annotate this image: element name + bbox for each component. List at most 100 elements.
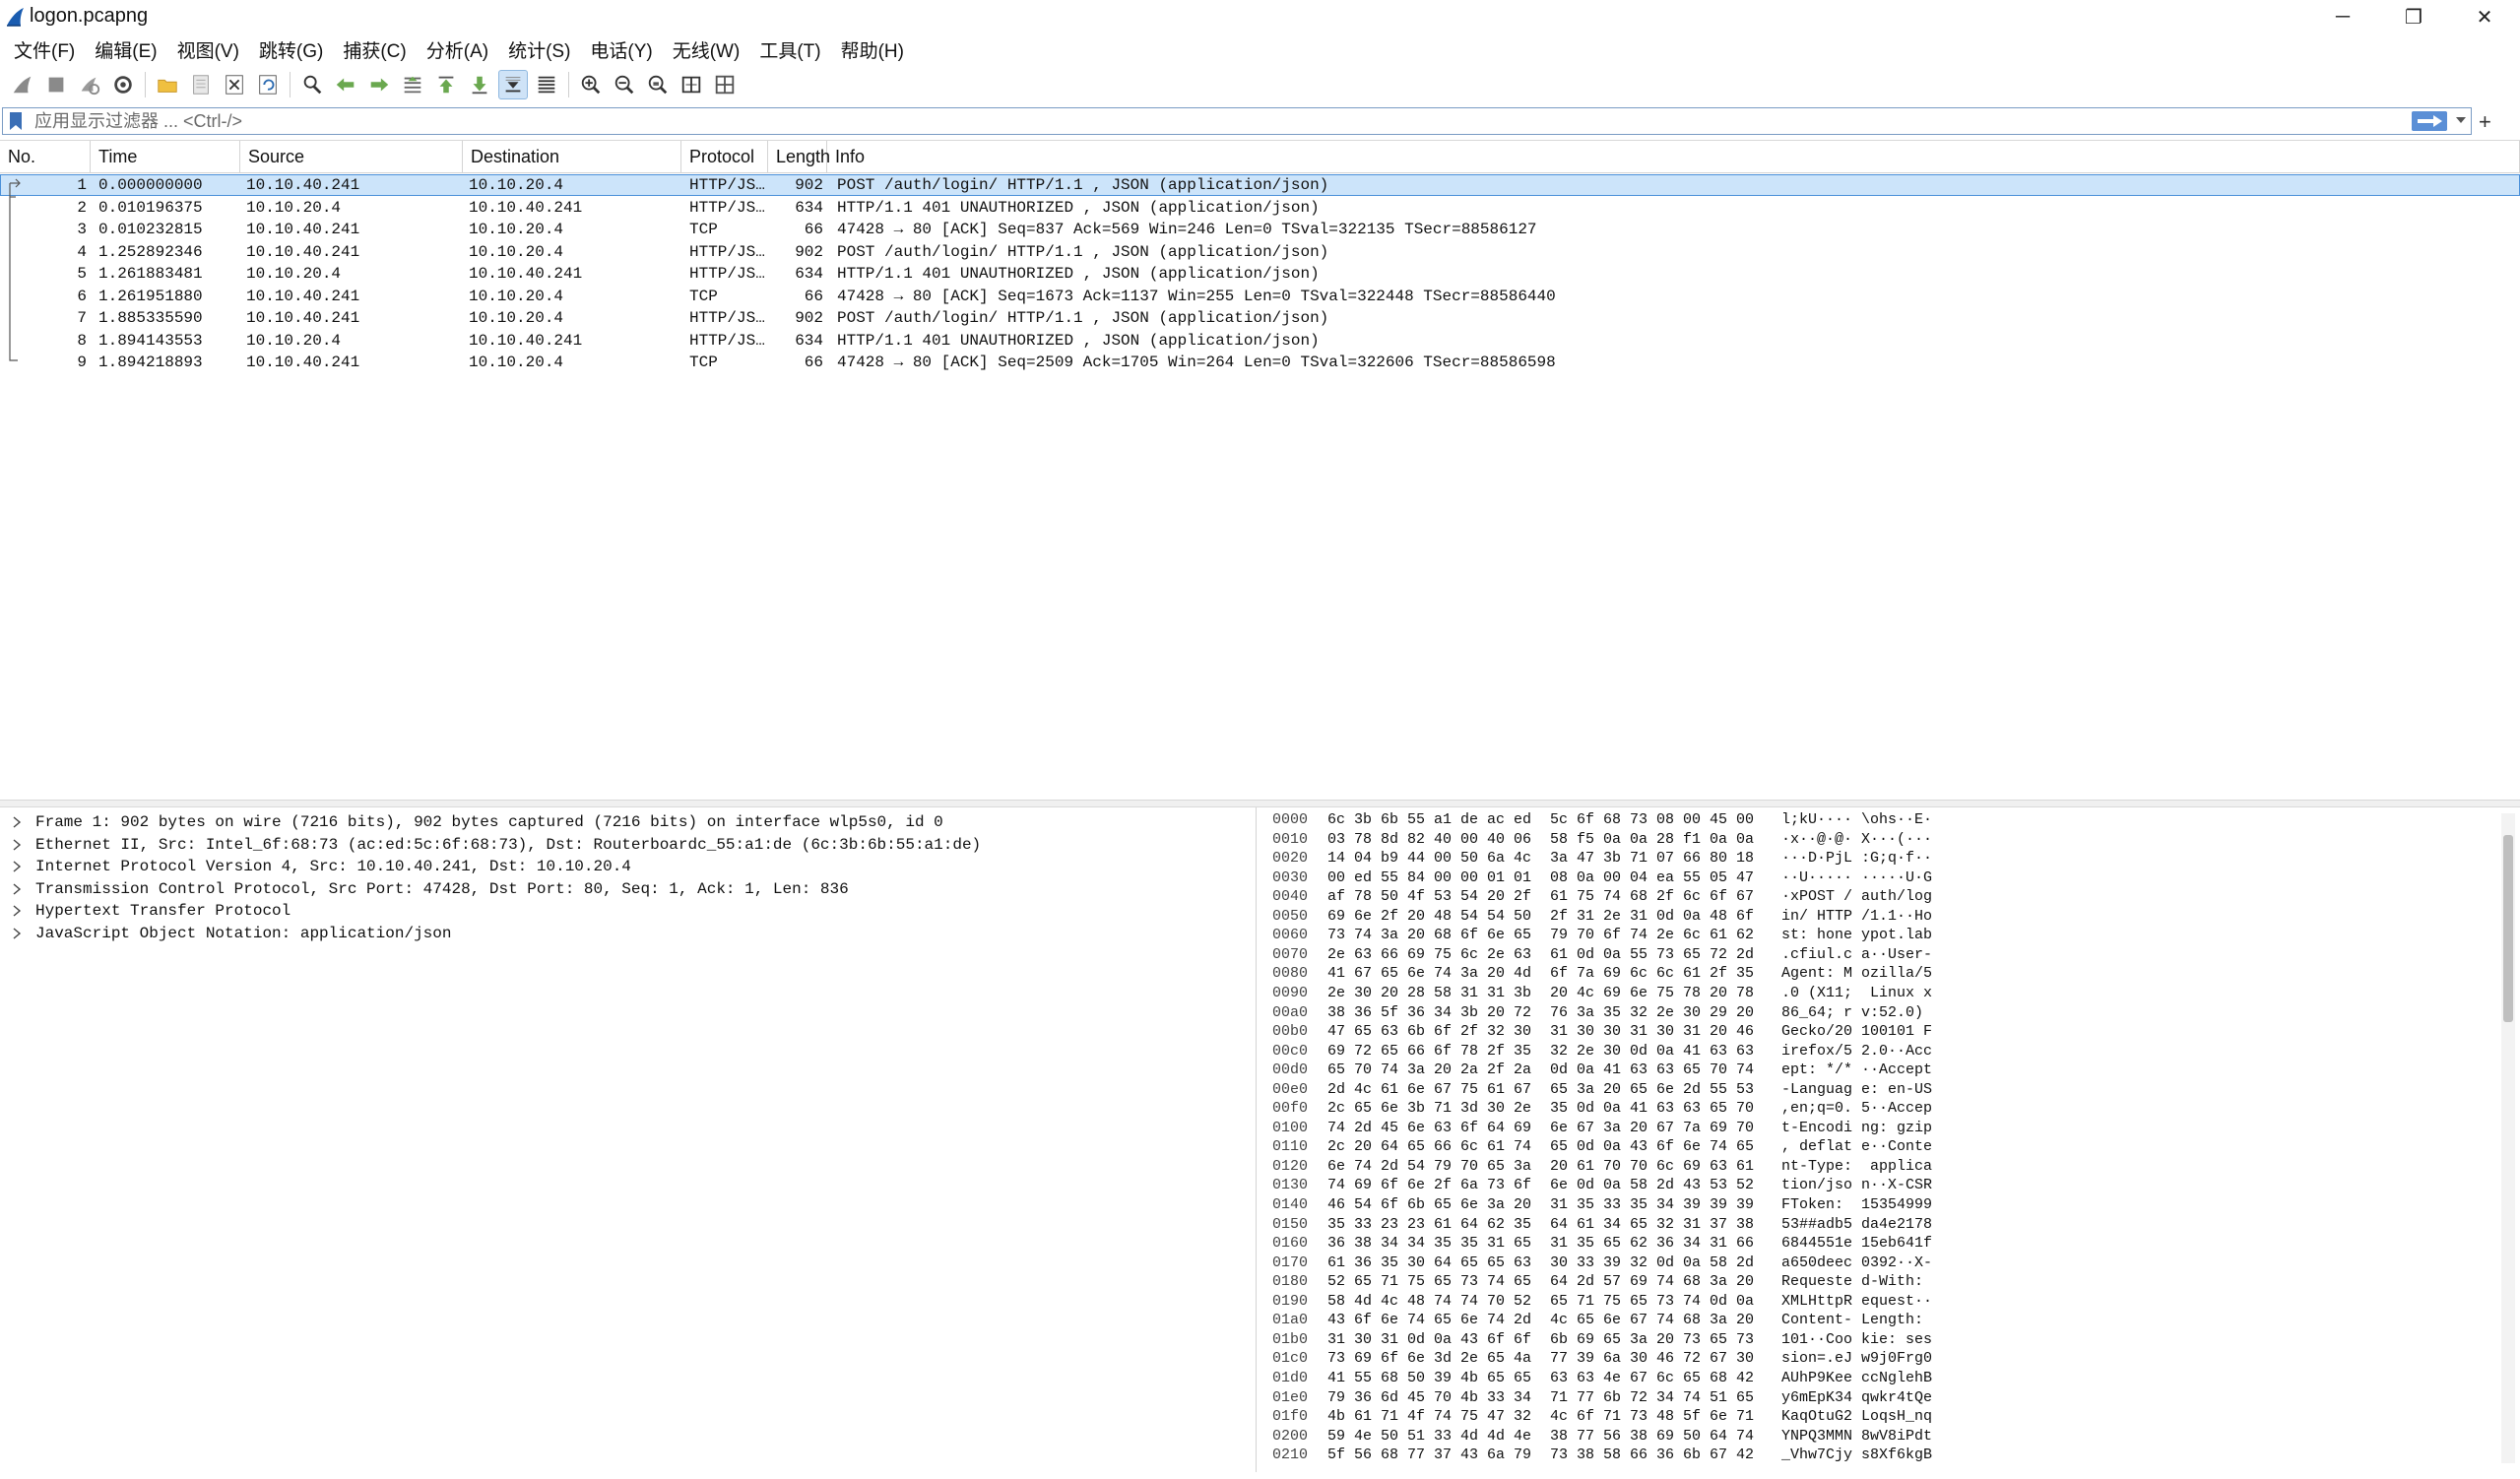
hex-row[interactable]: 0090 2e 30 20 28 58 31 31 3b 20 4c 69 6e 7… [1259,984,2489,1003]
capture-options-button[interactable] [108,70,138,99]
colorize-button[interactable] [532,70,561,99]
autoscroll-button[interactable] [498,70,528,99]
details-tree-item[interactable]: Hypertext Transfer Protocol [0,900,1251,922]
display-filter-input[interactable] [34,110,2378,132]
details-tree-item[interactable]: Frame 1: 902 bytes on wire (7216 bits), … [0,811,1251,833]
col-protocol-header[interactable]: Protocol [681,141,768,172]
find-packet-button[interactable] [297,70,327,99]
menu-item-6[interactable]: 统计(S) [498,36,580,63]
hex-row[interactable]: 0060 73 74 3a 20 68 6f 6e 65 79 70 6f 74 2… [1259,926,2489,945]
packet-row[interactable]: 9 1.894218893 10.10.40.241 10.10.20.4 TCP 66 4… [0,352,2520,373]
hex-row[interactable]: 01c0 73 69 6f 6e 3d 2e 65 4a 77 39 6a 30 4… [1259,1349,2489,1369]
col-source-header[interactable]: Source [240,141,463,172]
hex-row[interactable]: 00b0 47 65 63 6b 6f 2f 32 30 31 30 30 31 3… [1259,1022,2489,1042]
packet-row[interactable]: 7 1.885335590 10.10.40.241 10.10.20.4 HTTP/J… [0,307,2520,329]
hex-row[interactable]: 0150 35 33 23 23 61 64 62 35 64 61 34 65 3… [1259,1215,2489,1235]
menu-item-3[interactable]: 跳转(G) [249,36,333,63]
hex-row[interactable]: 01b0 31 30 31 0d 0a 43 6f 6f 6b 69 65 3a 2… [1259,1330,2489,1350]
hex-row[interactable]: 0190 58 4d 4c 48 74 74 70 52 65 71 75 65 7… [1259,1292,2489,1312]
menu-item-4[interactable]: 捕获(C) [333,36,416,63]
zoom-in-button[interactable] [576,70,606,99]
menu-item-1[interactable]: 编辑(E) [85,36,166,63]
hex-row[interactable]: 00e0 2d 4c 61 6e 67 75 61 67 65 3a 20 65 6… [1259,1080,2489,1100]
apply-filter-arrow-icon[interactable] [2412,111,2447,131]
hex-row[interactable]: 0130 74 69 6f 6e 2f 6a 73 6f 6e 0d 0a 58 2… [1259,1176,2489,1195]
menu-item-5[interactable]: 分析(A) [417,36,498,63]
hex-row[interactable]: 0170 61 36 35 30 64 65 65 63 30 33 39 32 0… [1259,1254,2489,1273]
go-last-button[interactable] [465,70,494,99]
packet-row[interactable]: 8 1.894143553 10.10.20.4 10.10.40.241 HTTP/J… [0,330,2520,352]
resize-columns-button[interactable] [677,70,706,99]
pane-splitter[interactable] [0,800,2520,807]
menu-item-2[interactable]: 视图(V) [167,36,249,63]
go-to-packet-button[interactable] [398,70,427,99]
save-file-button[interactable] [186,70,216,99]
zoom-normal-button[interactable] [643,70,673,99]
hex-row[interactable]: 01f0 4b 61 71 4f 74 75 47 32 4c 6f 71 73 4… [1259,1407,2489,1427]
restart-capture-button[interactable] [75,70,104,99]
open-folder-button[interactable] [153,70,182,99]
go-forward-button[interactable] [364,70,394,99]
minimize-button[interactable]: ─ [2307,0,2378,33]
hex-row[interactable]: 0030 00 ed 55 84 00 00 01 01 08 0a 00 04 e… [1259,868,2489,888]
chevron-right-icon[interactable] [12,900,22,922]
packet-row[interactable]: 3 0.010232815 10.10.40.241 10.10.20.4 TCP 66 4… [0,219,2520,240]
packet-row[interactable]: 1 0.000000000 10.10.40.241 10.10.20.4 HTTP/J… [0,174,2520,196]
chevron-right-icon[interactable] [12,923,22,944]
hex-row[interactable]: 0010 03 78 8d 82 40 00 40 06 58 f5 0a 0a 2… [1259,830,2489,850]
col-time-header[interactable]: Time [91,141,240,172]
hex-row[interactable]: 0120 6e 74 2d 54 79 70 65 3a 20 61 70 70 6… [1259,1157,2489,1177]
hex-row[interactable]: 00d0 65 70 74 3a 20 2a 2f 2a 0d 0a 41 63 6… [1259,1061,2489,1080]
chevron-right-icon[interactable] [12,878,22,900]
chevron-right-icon[interactable] [12,856,22,877]
zoom-out-button[interactable] [610,70,639,99]
hex-row[interactable]: 00c0 69 72 65 66 6f 78 2f 35 32 2e 30 0d 0… [1259,1042,2489,1061]
hex-row[interactable]: 0070 2e 63 66 69 75 6c 2e 63 61 0d 0a 55 7… [1259,945,2489,965]
menu-item-0[interactable]: 文件(F) [4,36,85,63]
packet-row[interactable]: 5 1.261883481 10.10.20.4 10.10.40.241 HTTP/J… [0,263,2520,285]
hex-row[interactable]: 0080 41 67 65 6e 74 3a 20 4d 6f 7a 69 6c 6… [1259,964,2489,984]
col-length-header[interactable]: Length [768,141,830,172]
hex-row[interactable]: 0210 5f 56 68 77 37 43 6a 79 73 38 58 66 3… [1259,1446,2489,1465]
hex-row[interactable]: 0020 14 04 b9 44 00 50 6a 4c 3a 47 3b 71 0… [1259,849,2489,868]
hex-row[interactable]: 0110 2c 20 64 65 66 6c 61 74 65 0d 0a 43 6… [1259,1137,2489,1157]
hex-row[interactable]: 0050 69 6e 2f 20 48 54 54 50 2f 31 2e 31 0… [1259,907,2489,927]
layout-button[interactable] [710,70,740,99]
hex-row[interactable]: 0000 6c 3b 6b 55 a1 de ac ed 5c 6f 68 73 0… [1259,810,2489,830]
menu-item-9[interactable]: 工具(T) [749,36,830,63]
go-first-button[interactable] [431,70,461,99]
hex-row[interactable]: 0200 59 4e 50 51 33 4d 4d 4e 38 77 56 38 6… [1259,1427,2489,1447]
hex-row[interactable]: 0100 74 2d 45 6e 63 6f 64 69 6e 67 3a 20 6… [1259,1119,2489,1138]
reload-file-button[interactable] [253,70,283,99]
packet-row[interactable]: 2 0.010196375 10.10.20.4 10.10.40.241 HTTP/J… [0,197,2520,219]
hex-row[interactable]: 01e0 79 36 6d 45 70 4b 33 34 71 77 6b 72 3… [1259,1388,2489,1408]
hex-row[interactable]: 01a0 43 6f 6e 74 65 6e 74 2d 4c 65 6e 67 7… [1259,1311,2489,1330]
stop-capture-button[interactable] [41,70,71,99]
details-tree-item[interactable]: Internet Protocol Version 4, Src: 10.10.… [0,856,1251,877]
chevron-right-icon[interactable] [12,811,22,833]
details-tree-item[interactable]: Transmission Control Protocol, Src Port:… [0,878,1251,900]
col-info-header[interactable]: Info [827,141,2520,172]
menu-item-7[interactable]: 电话(Y) [580,36,662,63]
col-no-header[interactable]: No. [0,141,91,172]
close-window-button[interactable]: ✕ [2449,0,2520,33]
details-tree-item[interactable]: JavaScript Object Notation: application/… [0,923,1251,944]
hex-row[interactable]: 0160 36 38 34 34 35 35 31 65 31 35 65 62 3… [1259,1234,2489,1254]
go-back-button[interactable] [331,70,360,99]
shark-fin-start-button[interactable] [8,70,37,99]
packet-row[interactable]: 6 1.261951880 10.10.40.241 10.10.20.4 TCP 66 4… [0,286,2520,307]
close-file-button[interactable] [220,70,249,99]
hex-row[interactable]: 0180 52 65 71 75 65 73 74 65 64 2d 57 69 7… [1259,1272,2489,1292]
maximize-button[interactable]: ❐ [2378,0,2449,33]
menu-item-10[interactable]: 帮助(H) [831,36,914,63]
filter-bookmark-icon[interactable] [9,111,23,131]
filter-history-chevron-down-icon[interactable] [2455,115,2467,125]
hex-scrollbar-thumb[interactable] [2503,835,2513,1022]
hex-row[interactable]: 00a0 38 36 5f 36 34 3b 20 72 76 3a 35 32 2… [1259,1003,2489,1023]
col-destination-header[interactable]: Destination [463,141,681,172]
details-tree-item[interactable]: Ethernet II, Src: Intel_6f:68:73 (ac:ed:… [0,834,1251,856]
hex-row[interactable]: 00f0 2c 65 6e 3b 71 3d 30 2e 35 0d 0a 41 6… [1259,1099,2489,1119]
menu-item-8[interactable]: 无线(W) [663,36,750,63]
hex-row[interactable]: 01d0 41 55 68 50 39 4b 65 65 63 63 4e 67 6… [1259,1369,2489,1388]
packet-row[interactable]: 4 1.252892346 10.10.40.241 10.10.20.4 HTTP/J… [0,241,2520,263]
